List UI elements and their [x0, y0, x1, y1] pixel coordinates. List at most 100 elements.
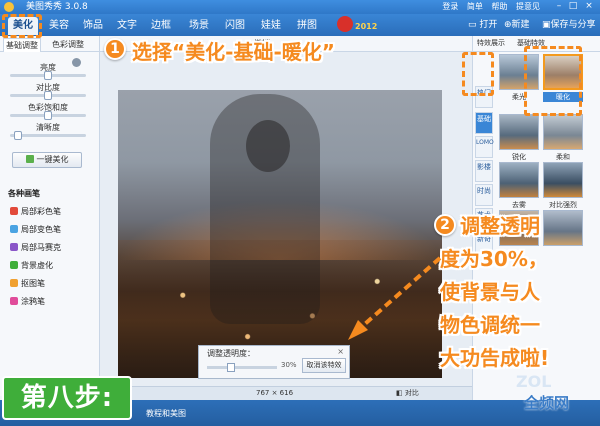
brush-cutout[interactable]: 抠图笔 — [10, 278, 45, 290]
opacity-panel: 调整透明度： × 30% 取消该特效 — [198, 345, 350, 379]
new-label: 新建 — [511, 20, 530, 30]
doodle-icon — [10, 297, 18, 305]
person-head — [246, 120, 290, 172]
tutorial-link[interactable]: 教程和美图 — [146, 408, 186, 419]
brush-background-blur[interactable]: 背景虚化 — [10, 260, 53, 272]
brush-local-color[interactable]: 局部彩色笔 — [10, 206, 61, 218]
effect-thumb — [543, 210, 583, 246]
app-logo-icon — [4, 2, 14, 12]
brightness-slider-group: 亮度 — [4, 62, 92, 84]
contrast-slider-group: 对比度 — [4, 82, 92, 104]
compare-icon: ◧ — [396, 389, 405, 397]
simple-link[interactable]: 简单 — [467, 2, 483, 11]
brush-label: 局部彩色笔 — [21, 207, 61, 216]
category-lomo[interactable]: LOMO — [475, 136, 494, 158]
tab-accessories[interactable]: 饰品 — [78, 17, 108, 35]
one-click-beautify-button[interactable]: 一键美化 — [12, 152, 82, 168]
tab-basic-adjust[interactable]: 基础调整 — [3, 38, 41, 52]
opacity-value: 30% — [281, 361, 297, 369]
step-badge: 第八步: — [2, 376, 132, 420]
title-links: 登录 简单 帮助 提意见 — [436, 0, 540, 14]
effect-name: 锐化 — [512, 153, 526, 161]
help-link[interactable]: 帮助 — [491, 2, 507, 11]
effect-dehaze[interactable]: 去雾 — [499, 162, 539, 210]
compare-button[interactable]: ◧ 对比 — [396, 387, 419, 400]
step-2-line-1: 调整透明 — [460, 214, 540, 238]
tab-flash[interactable]: 闪图 — [220, 17, 250, 35]
compare-label: 对比 — [404, 389, 419, 397]
new-button[interactable]: ⊕新建 — [504, 17, 530, 33]
title-bar: 美图秀秀 3.0.8 登录 简单 帮助 提意见 – □ × — [0, 0, 600, 14]
status-bar: 767 × 616 ◧ 对比 — [100, 386, 472, 400]
contrast-track[interactable] — [10, 91, 86, 100]
brush-label: 背景虚化 — [21, 261, 53, 270]
highlight-beautify-tab — [2, 14, 42, 38]
blur-icon — [10, 261, 18, 269]
brush-doodle[interactable]: 涂鸦笔 — [10, 296, 45, 308]
cutout-icon — [10, 279, 18, 287]
minimize-button[interactable]: – — [552, 1, 566, 12]
highlight-warm-effect — [524, 46, 582, 116]
tab-scene[interactable]: 场景 — [184, 17, 214, 35]
tab-text[interactable]: 文字 — [112, 17, 142, 35]
effect-name: 去雾 — [512, 201, 526, 209]
lantern-icon — [337, 16, 353, 32]
tab-frame[interactable]: 边框 — [146, 17, 176, 35]
opacity-track[interactable] — [207, 363, 277, 372]
save-icon: ▣ — [542, 20, 551, 30]
sharpness-track[interactable] — [10, 131, 86, 140]
saturation-thumb[interactable] — [44, 111, 52, 120]
recolor-brush-icon — [10, 225, 18, 233]
category-basic[interactable]: 基础 — [475, 112, 493, 134]
effect-name: 对比强烈 — [549, 201, 577, 209]
tab-beauty[interactable]: 美容 — [44, 17, 74, 35]
close-button[interactable]: × — [582, 1, 596, 12]
effect-soft[interactable]: 柔和 — [543, 114, 583, 162]
brush-local-recolor[interactable]: 局部变色笔 — [10, 224, 61, 236]
festival-year: 2012 — [355, 22, 378, 31]
brush-label: 局部马赛克 — [21, 243, 61, 252]
open-button[interactable]: ▭ 打开 — [468, 17, 497, 33]
brush-label: 局部变色笔 — [21, 225, 61, 234]
folder-icon: ▭ — [468, 20, 480, 30]
effect-sharpen[interactable]: 锐化 — [499, 114, 539, 162]
maximize-button[interactable]: □ — [566, 1, 580, 12]
saturation-track[interactable] — [10, 111, 86, 120]
tab-color-adjust[interactable]: 色彩调整 — [52, 38, 84, 52]
magic-wand-icon — [25, 155, 34, 163]
effect-thumb — [499, 114, 539, 150]
color-brush-icon — [10, 207, 18, 215]
tab-collage[interactable]: 拼图 — [292, 17, 322, 35]
brush-mosaic[interactable]: 局部马赛克 — [10, 242, 61, 254]
highlight-basic-category — [462, 52, 494, 96]
effect-high-contrast[interactable]: 对比强烈 — [543, 162, 583, 210]
step-2-number: 2 — [434, 214, 456, 236]
brush-label: 涂鸦笔 — [21, 297, 45, 306]
image-dimensions: 767 × 616 — [256, 389, 294, 397]
effect-thumb — [499, 162, 539, 198]
meitu-app-window: 美图秀秀 3.0.8 登录 简单 帮助 提意见 – □ × 美化 美容 饰品 文… — [0, 0, 600, 426]
contrast-thumb[interactable] — [44, 91, 52, 100]
one-click-beautify-label: 一键美化 — [36, 155, 69, 164]
cancel-effect-button[interactable]: 取消该特效 — [302, 358, 346, 373]
brightness-track[interactable] — [10, 71, 86, 80]
step-1-number: 1 — [104, 38, 126, 60]
plus-icon: ⊕ — [504, 20, 512, 30]
effect-thumbnail-8[interactable] — [543, 210, 583, 258]
category-fashion[interactable]: 时尚 — [475, 184, 493, 206]
brightness-thumb[interactable] — [44, 71, 52, 80]
sharpness-slider-group: 清晰度 — [4, 122, 92, 144]
category-studio[interactable]: 影楼 — [475, 160, 493, 182]
opacity-thumb[interactable] — [227, 363, 235, 372]
brush-label: 抠图笔 — [21, 279, 45, 288]
opacity-label: 调整透明度： — [207, 349, 255, 358]
main-tab-bar: 美化 美容 饰品 文字 边框 场景 闪图 娃娃 拼图 2012 ▭ 打开 ⊕新建… — [0, 14, 600, 36]
login-link[interactable]: 登录 — [442, 2, 458, 11]
save-share-button[interactable]: ▣保存与分享 — [542, 17, 596, 33]
tab-doll[interactable]: 娃娃 — [256, 17, 286, 35]
adjust-panel: 基础调整 色彩调整 亮度 对比度 色彩饱和度 清晰度 一键美化 各种画笔 局部彩… — [0, 36, 100, 396]
sharpness-thumb[interactable] — [14, 131, 22, 140]
adjust-sub-tabs: 基础调整 色彩调整 — [0, 36, 100, 52]
feedback-link[interactable]: 提意见 — [516, 2, 540, 11]
watermark-site: 全频网 — [524, 394, 570, 412]
